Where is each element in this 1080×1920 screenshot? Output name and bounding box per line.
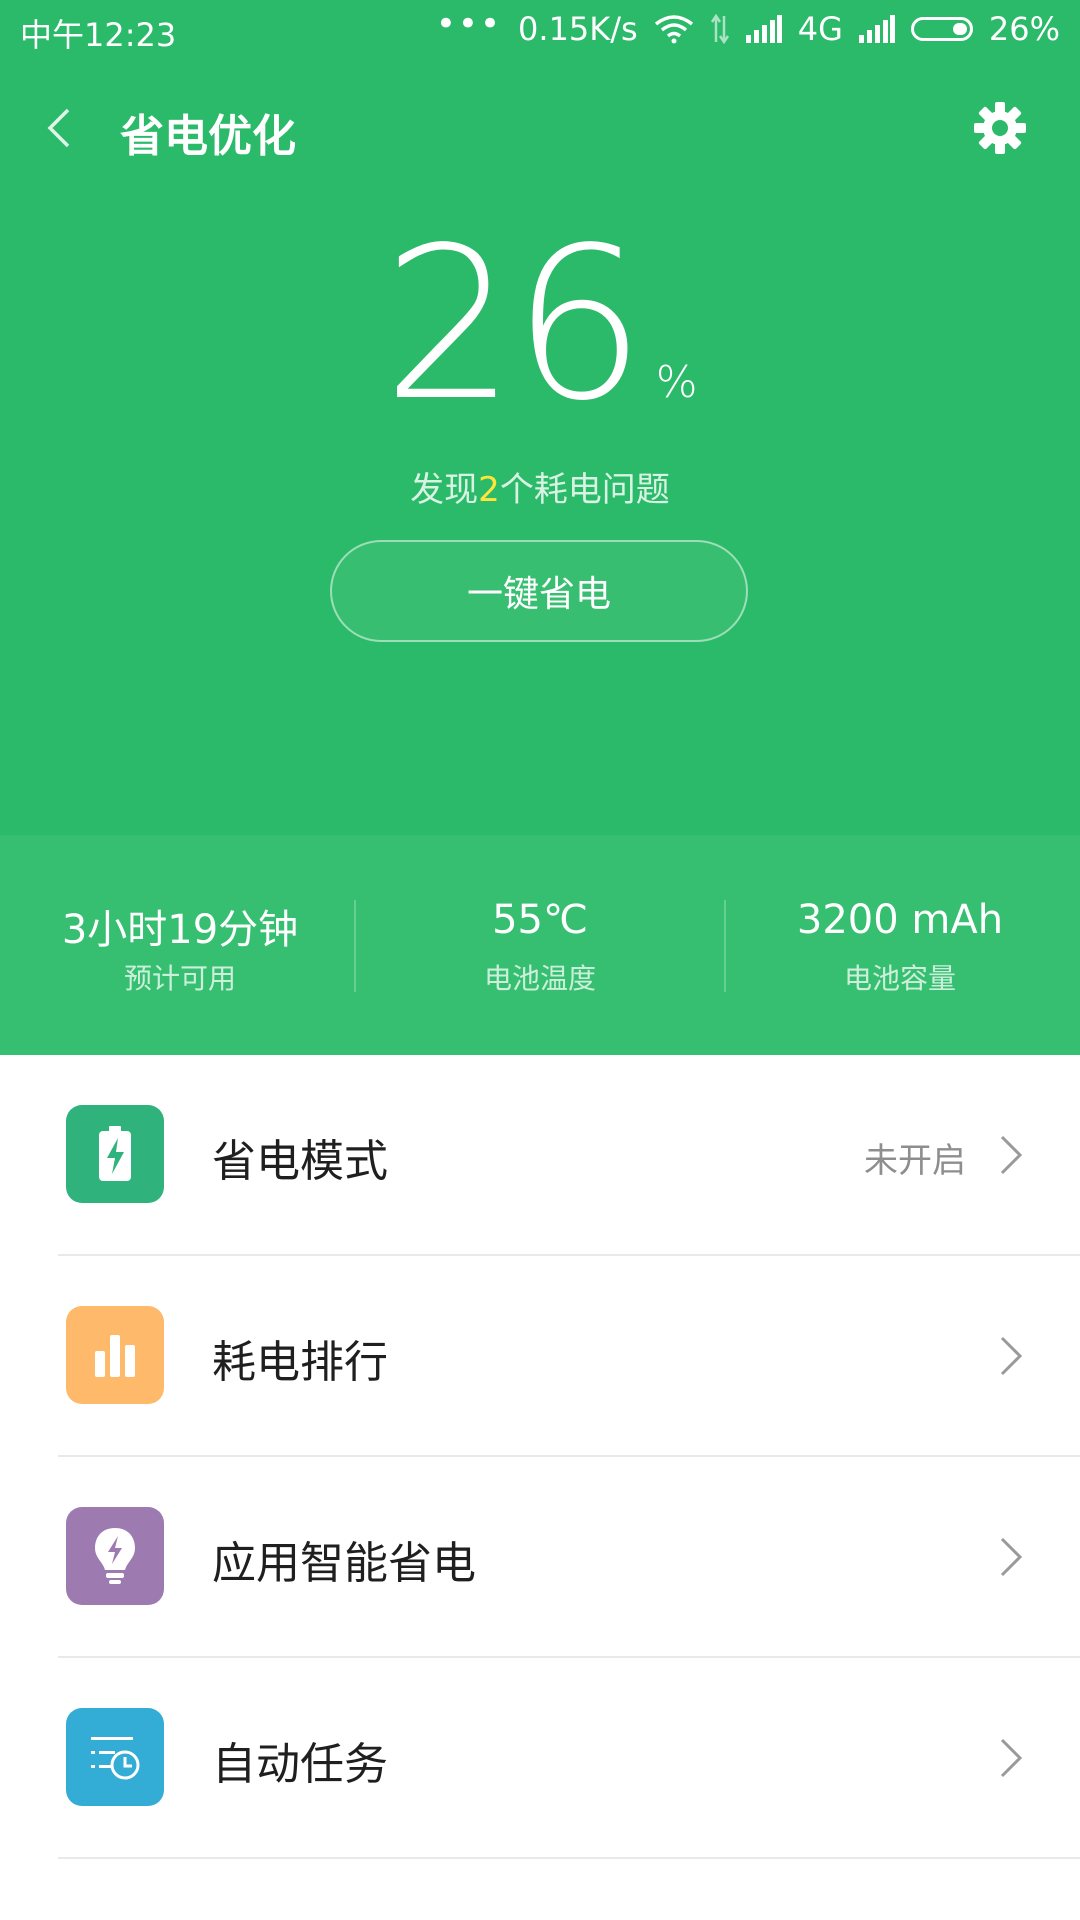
chevron-right-icon: [1000, 1537, 1023, 1577]
more-dots-icon: •••: [435, 4, 503, 44]
stat-value: 3200 mAh: [796, 897, 1004, 943]
battery-percent-value: 26: [382, 202, 645, 447]
network-type: 4G: [797, 10, 843, 48]
menu-item-label: 自动任务: [212, 1739, 388, 1790]
page-title: 省电优化: [120, 111, 296, 162]
battery-charge-icon: [66, 1105, 164, 1203]
chevron-right-icon: [1000, 1738, 1023, 1778]
menu-item-app-smart-saving[interactable]: 应用智能省电: [0, 1457, 1080, 1657]
menu-item-power-ranking[interactable]: 耗电排行: [0, 1256, 1080, 1456]
lightbulb-icon: [66, 1507, 164, 1605]
signal-icon: [745, 15, 782, 43]
network-speed: 0.15K/s: [518, 10, 638, 48]
stat-label: 预计可用: [123, 962, 236, 995]
status-bar: 中午12:23 ••• 0.15K/s 4G 26%: [0, 0, 1080, 62]
data-transfer-icon: [710, 14, 729, 44]
issues-count: 2: [478, 470, 500, 510]
one-tap-save-button[interactable]: 一键省电: [330, 540, 748, 642]
menu-item-power-saving-mode[interactable]: 省电模式 未开启: [0, 1055, 1080, 1255]
chevron-right-icon: [1000, 1336, 1023, 1376]
stat-value: 55℃: [492, 897, 588, 943]
stat-estimated-time: 3小时19分钟 预计可用: [0, 835, 360, 1055]
stat-label: 电池温度: [483, 962, 596, 995]
bar-chart-icon: [66, 1306, 164, 1404]
stat-temperature: 55℃ 电池温度: [360, 835, 720, 1055]
chevron-left-icon: [47, 108, 70, 148]
battery-status-icon: [910, 17, 973, 41]
menu-item-label: 耗电排行: [212, 1337, 388, 1388]
menu-item-label: 省电模式: [212, 1136, 388, 1187]
gear-icon: [974, 102, 1026, 154]
menu-item-status: 未开启: [864, 1141, 966, 1181]
stat-label: 电池容量: [843, 962, 956, 995]
signal-icon-secondary: [858, 15, 895, 43]
battery-percent-display: 26%: [0, 220, 1080, 430]
issues-suffix: 个耗电问题: [499, 470, 670, 510]
battery-status-text: 26%: [988, 10, 1060, 48]
battery-stats-panel: 3小时19分钟 预计可用 55℃ 电池温度 3200 mAh 电池容量: [0, 835, 1080, 1055]
percent-sign: %: [655, 357, 698, 408]
issues-prefix: 发现: [410, 470, 479, 510]
stat-divider: [354, 900, 356, 992]
status-time: 中午12:23: [20, 16, 177, 54]
stat-capacity: 3200 mAh 电池容量: [720, 835, 1080, 1055]
wifi-icon: [654, 15, 693, 44]
stat-divider: [724, 900, 726, 992]
stat-value: 3小时19分钟: [61, 907, 299, 953]
menu-item-auto-tasks[interactable]: 自动任务: [0, 1658, 1080, 1858]
list-divider: [58, 1857, 1080, 1859]
schedule-list-icon: [66, 1708, 164, 1806]
settings-button[interactable]: [970, 98, 1030, 158]
back-button[interactable]: [40, 98, 80, 158]
issues-summary: 发现2个耗电问题: [0, 462, 1080, 511]
status-indicators: ••• 0.15K/s 4G 26%: [435, 4, 1060, 48]
chevron-right-icon: [1000, 1135, 1023, 1175]
menu-item-label: 应用智能省电: [212, 1538, 476, 1589]
